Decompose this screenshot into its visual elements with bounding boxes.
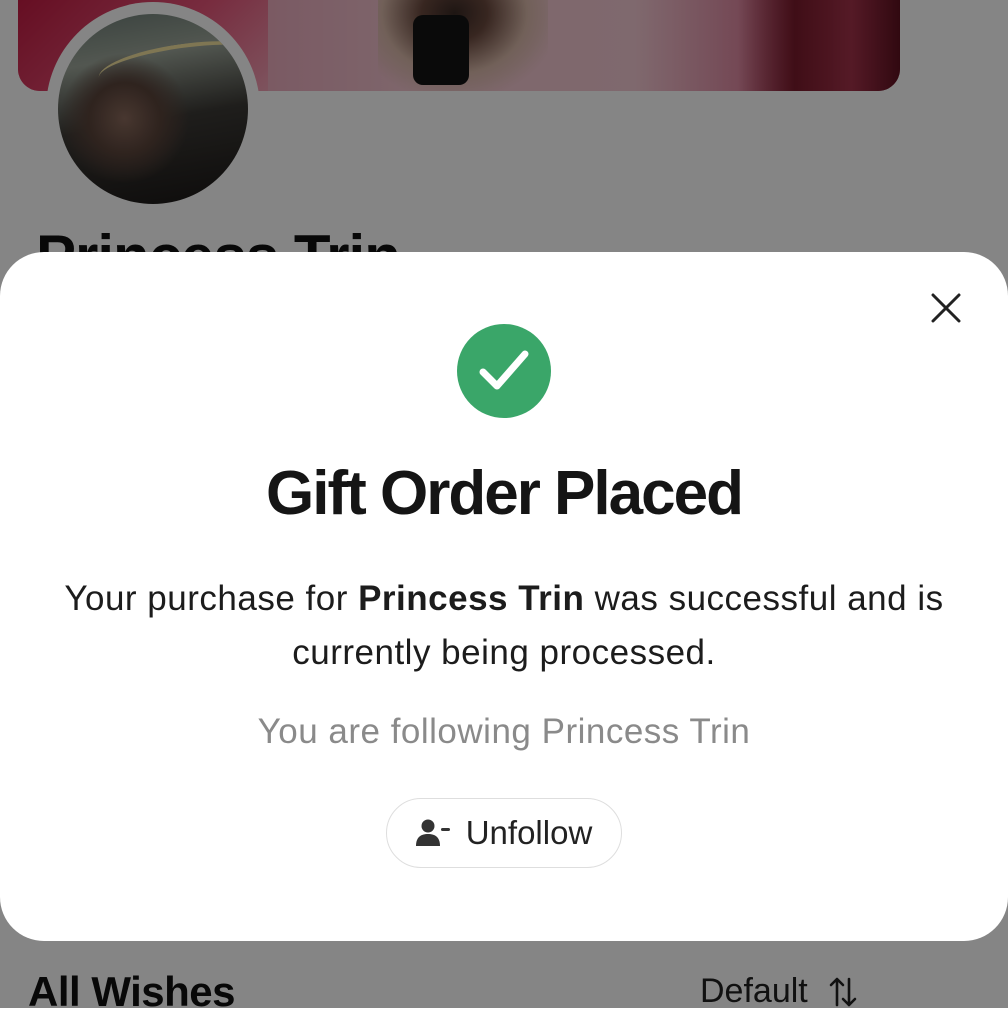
modal-title: Gift Order Placed <box>266 459 744 528</box>
follow-status: You are following Princess Trin <box>257 712 751 751</box>
purchase-message: Your purchase for Princess Trin was succ… <box>40 572 968 680</box>
recipient-name: Princess Trin <box>358 579 585 618</box>
success-badge <box>457 324 551 418</box>
close-icon <box>931 293 961 323</box>
message-prefix: Your purchase for <box>64 579 359 618</box>
user-minus-icon <box>415 819 450 846</box>
unfollow-label: Unfollow <box>465 814 593 851</box>
checkmark-icon <box>479 350 529 390</box>
close-button[interactable] <box>924 286 968 330</box>
unfollow-button[interactable]: Unfollow <box>386 798 622 868</box>
